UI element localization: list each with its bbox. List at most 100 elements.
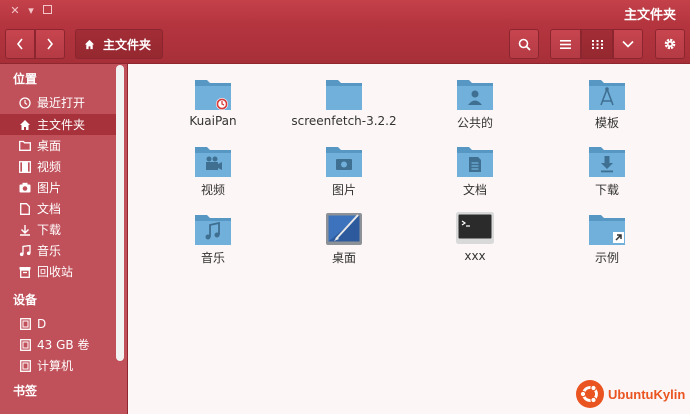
forward-button[interactable] [35, 29, 65, 59]
sidebar-item-home[interactable]: 主文件夹 [0, 114, 118, 135]
home-icon [19, 119, 31, 131]
grid-icon [591, 39, 603, 49]
sidebar-item-label: 桌面 [37, 139, 62, 153]
maximize-icon[interactable] [41, 5, 53, 17]
drive-icon [19, 359, 31, 372]
sidebar-item-videos[interactable]: 视频 [0, 156, 118, 177]
downloads-folder-icon [589, 147, 625, 177]
kuaipan-folder-icon [195, 80, 231, 110]
file-item-examples[interactable]: 示例 [551, 203, 663, 267]
breadcrumb-home[interactable]: 主文件夹 [75, 29, 163, 59]
music-icon [19, 244, 31, 257]
sidebar-item-label: 最近打开 [37, 96, 86, 110]
file-label: 视频 [200, 183, 225, 197]
chevron-left-icon [16, 38, 23, 50]
sidebar-item-computer[interactable]: 计算机 [0, 355, 118, 376]
file-item-pictures[interactable]: 图片 [288, 135, 400, 199]
sidebar-item-trash[interactable]: 回收站 [0, 261, 118, 282]
sidebar-item-downloads[interactable]: 下载 [0, 219, 118, 240]
sidebar-item-label: 音乐 [37, 244, 62, 258]
pictures-folder-icon [326, 147, 362, 177]
video-icon [19, 160, 31, 173]
ubuntu-logo-icon [576, 380, 604, 408]
sidebar-item-label: 43 GB 卷 [37, 338, 90, 352]
title-bar: ✕ ▾ 主文件夹 [0, 0, 690, 24]
templates-folder-icon [589, 80, 625, 110]
sidebar-item-label: 图片 [37, 181, 62, 195]
sidebar-section-devices: 设备 [13, 293, 38, 307]
sidebar-item-label: D [37, 316, 47, 331]
drive-icon [19, 317, 31, 330]
file-label: 音乐 [200, 251, 225, 265]
file-label: 图片 [331, 183, 356, 197]
sidebar-section-places: 位置 [13, 72, 38, 86]
chevron-down-icon [622, 40, 634, 48]
sidebar-item-pictures[interactable]: 图片 [0, 177, 118, 198]
sidebar-item-label: 计算机 [37, 359, 74, 373]
file-label: screenfetch-3.2.2 [291, 114, 397, 128]
public-folder-icon [457, 80, 493, 110]
file-label: 桌面 [331, 251, 356, 265]
window-title: 主文件夹 [623, 8, 676, 23]
music-folder-icon [195, 215, 231, 245]
sidebar-item-desktop[interactable]: 桌面 [0, 135, 118, 156]
file-item-public[interactable]: 公共的 [419, 68, 531, 132]
camera-icon [19, 182, 31, 194]
desktop-launcher-icon [326, 213, 362, 245]
file-label: KuaiPan [189, 114, 237, 128]
list-icon [560, 39, 571, 49]
back-button[interactable] [5, 29, 35, 59]
examples-folder-icon [589, 215, 625, 245]
file-item-desktop[interactable]: 桌面 [288, 203, 400, 267]
file-item-documents[interactable]: 文档 [419, 135, 531, 199]
chevron-right-icon [47, 38, 54, 50]
file-item-downloads[interactable]: 下载 [551, 135, 663, 199]
file-label: 示例 [594, 251, 619, 265]
file-label: 公共的 [456, 116, 493, 130]
file-item-kuaipan[interactable]: KuaiPan [157, 68, 269, 132]
breadcrumb-label: 主文件夹 [103, 37, 152, 52]
file-item-music[interactable]: 音乐 [157, 203, 269, 267]
sidebar-item-volume[interactable]: 43 GB 卷 [0, 334, 118, 355]
file-label: 模板 [594, 116, 619, 130]
file-item-xxx[interactable]: xxx [419, 203, 531, 267]
sidebar-item-recent[interactable]: 最近打开 [0, 92, 118, 113]
sidebar-item-label: 回收站 [37, 265, 74, 279]
home-icon [84, 39, 95, 49]
folder-icon [19, 140, 31, 152]
clock-icon [19, 96, 31, 109]
sidebar-item-label: 文档 [37, 202, 62, 216]
file-item-videos[interactable]: 视频 [157, 135, 269, 199]
gear-icon [664, 38, 676, 50]
download-icon [19, 224, 31, 236]
sidebar-item-music[interactable]: 音乐 [0, 240, 118, 261]
brand-text: UbuntuKylin [608, 386, 686, 402]
file-label: 文档 [462, 183, 487, 197]
terminal-launcher-icon [456, 212, 494, 244]
minimize-icon[interactable]: ▾ [25, 5, 37, 17]
view-options-button[interactable] [613, 29, 643, 59]
file-item-templates[interactable]: 模板 [551, 68, 663, 132]
ubuntukylin-logo: UbuntuKylin [576, 379, 685, 409]
settings-button[interactable] [655, 29, 685, 59]
toolbar: 主文件夹 [0, 24, 690, 64]
search-button[interactable] [509, 29, 539, 59]
sidebar: 位置 最近打开 主文件夹 桌面 视频 图片 文档 下载 音乐 回收站 设备 D [0, 64, 128, 414]
close-icon[interactable]: ✕ [9, 5, 21, 17]
sidebar-scrollbar[interactable] [116, 65, 124, 361]
sidebar-item-documents[interactable]: 文档 [0, 198, 118, 219]
documents-folder-icon [457, 147, 493, 177]
file-view: KuaiPan screenfetch-3.2.2 公共的 模板 视频 图片 文… [128, 64, 690, 414]
sidebar-item-label: 主文件夹 [37, 118, 86, 132]
drive-icon [19, 338, 31, 351]
folder-icon [326, 80, 362, 110]
sidebar-item-drive-d[interactable]: D [0, 313, 118, 334]
search-icon [518, 38, 531, 51]
document-icon [19, 202, 31, 215]
grid-view-button[interactable] [581, 29, 613, 59]
file-item-screenfetch[interactable]: screenfetch-3.2.2 [288, 68, 400, 132]
sidebar-item-label: 下载 [37, 223, 62, 237]
list-view-button[interactable] [550, 29, 581, 59]
file-label: 下载 [594, 183, 619, 197]
sidebar-item-label: 视频 [37, 160, 62, 174]
